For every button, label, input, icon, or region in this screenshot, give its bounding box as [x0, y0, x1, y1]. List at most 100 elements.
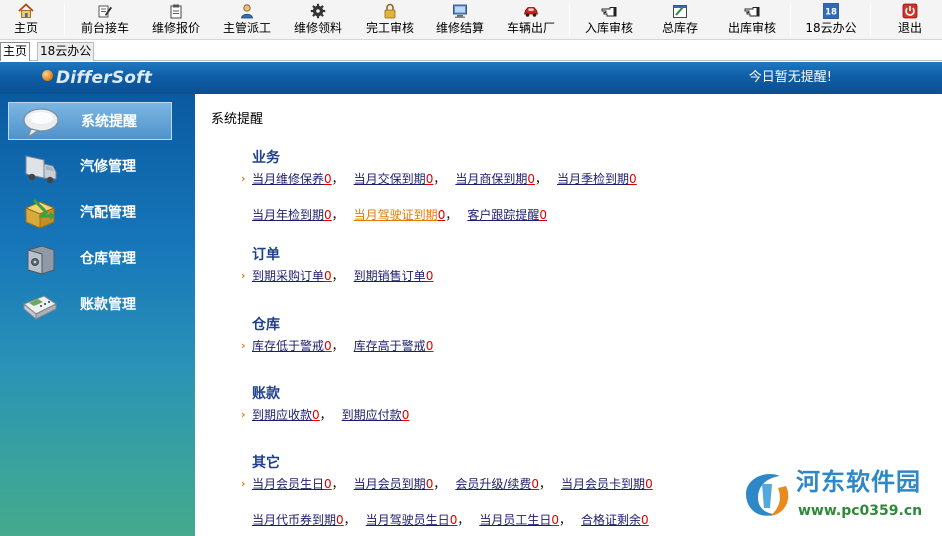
reminder-links: 当月维修保养0， 当月交保到期0， 当月商保到期0， 当月季检到期0: [252, 171, 637, 187]
reminder-link-label: 会员升级/续费: [455, 477, 532, 491]
reminder-link[interactable]: 当月维修保养0: [252, 172, 332, 186]
reminder-links: 当月代币券到期0， 当月驾驶员生日0， 当月员工生日0， 合格证剩余0: [252, 512, 649, 528]
separator: ，: [331, 339, 344, 353]
reminder-link[interactable]: 当月交保到期0: [354, 172, 434, 186]
reminder-count: 0: [312, 408, 320, 422]
watermark-logo-icon: [742, 470, 790, 518]
reminder-link-label: 库存高于警戒: [353, 339, 426, 353]
toolbar-stock-in-review-button[interactable]: 入库审核: [580, 0, 638, 40]
lock-icon: [384, 3, 396, 19]
reminder-link-label: 到期销售订单: [353, 269, 426, 283]
toolbar-dispatch-button[interactable]: 主管派工: [218, 0, 276, 40]
toolbar-vehicle-exit-button[interactable]: 车辆出厂: [502, 0, 560, 40]
reminder-link[interactable]: 当月商保到期0: [455, 172, 535, 186]
watermark-url: www.pc0359.cn: [798, 503, 923, 519]
toolbar-reception-label: 前台接车: [80, 21, 129, 35]
watermark: 河东软件园 www.pc0359.cn: [736, 462, 942, 536]
section-title: 订单: [252, 247, 280, 263]
reminder-link[interactable]: 当月会员到期0: [354, 477, 434, 491]
reminder-count: 0: [527, 172, 535, 186]
toolbar-quote-button[interactable]: 维修报价: [147, 0, 205, 40]
reminder-link[interactable]: 当月会员卡到期0: [561, 477, 653, 491]
toolbar-completion-review-button[interactable]: 完工审核: [361, 0, 419, 40]
section-title: 其它: [252, 455, 280, 471]
sidebar: 系统提醒 汽修管理 汽配管理 仓库管理 账款管理: [0, 94, 195, 536]
separator: ，: [559, 513, 572, 527]
header-band: DifferSoft 今日暂无提醒!: [0, 62, 942, 94]
toolbar-reception-button[interactable]: 前台接车: [76, 0, 134, 40]
sidebar-item-accounts[interactable]: 账款管理: [8, 286, 172, 324]
section-title: 账款: [252, 386, 280, 402]
reminder-count: 0: [401, 408, 410, 422]
separator: ，: [539, 477, 552, 491]
sidebar-item-auto-parts[interactable]: 汽配管理: [8, 194, 172, 232]
reminder-count: 0: [425, 339, 434, 353]
reminder-link-label: 当月季检到期: [557, 172, 630, 186]
sidebar-item-label: 账款管理: [80, 297, 136, 313]
toolbar-settlement-button[interactable]: 维修结算: [431, 0, 489, 40]
toolbar-dispatch-label: 主管派工: [222, 21, 271, 35]
reminder-link-label: 当月维修保养: [252, 172, 325, 186]
reminder-links: 当月年检到期0， 当月驾驶证到期0， 客户跟踪提醒0: [252, 207, 547, 223]
logo-text: DifferSoft: [56, 68, 153, 88]
reminder-count: 0: [336, 513, 344, 527]
speech-bubble-icon: [23, 108, 59, 139]
toolbar-vehicle-exit-label: 车辆出厂: [506, 21, 555, 35]
reminder-link[interactable]: 到期应收款0: [252, 408, 320, 422]
reminder-link-label: 到期应收款: [252, 408, 313, 422]
toolbar-exit-button[interactable]: 退出: [890, 0, 930, 40]
reminder-link[interactable]: 当月驾驶员生日0: [366, 513, 458, 527]
reminder-link[interactable]: 当月会员生日0: [252, 477, 332, 491]
separator: ，: [535, 172, 548, 186]
reminder-link[interactable]: 会员升级/续费0: [455, 477, 539, 491]
reminder-link[interactable]: 到期应付款0: [342, 408, 410, 422]
reminder-link-label: 当月驾驶证到期: [353, 208, 438, 222]
calendar-icon: 18: [823, 3, 839, 19]
toolbar-stock-out-review-button[interactable]: 出库审核: [723, 0, 781, 40]
reminder-link-label: 当月员工生日: [479, 513, 552, 527]
reminder-count: 0: [551, 513, 559, 527]
reminder-link[interactable]: 库存低于警戒0: [252, 339, 332, 353]
cash-register-icon: [23, 295, 57, 321]
sidebar-item-warehouse[interactable]: 仓库管理: [8, 240, 172, 278]
reminder-link[interactable]: 库存高于警戒0: [354, 339, 434, 353]
section-title: 业务: [252, 150, 280, 166]
computer-icon: [453, 4, 467, 18]
exit-icon: [902, 3, 918, 19]
reminder-link[interactable]: 当月代币券到期0: [252, 513, 344, 527]
toolbar-materials-button[interactable]: 维修领料: [289, 0, 347, 40]
sidebar-item-system-reminder[interactable]: 系统提醒: [8, 102, 172, 140]
reminder-link[interactable]: 当月员工生日0: [479, 513, 559, 527]
separator: ，: [343, 513, 356, 527]
reminder-link[interactable]: 合格证剩余0: [581, 513, 649, 527]
reminder-link[interactable]: 客户跟踪提醒0: [467, 208, 547, 222]
reminder-link[interactable]: 当月年检到期0: [252, 208, 332, 222]
sidebar-item-auto-repair[interactable]: 汽修管理: [8, 148, 172, 186]
toolbar-divider: [64, 4, 65, 36]
safe-icon: [27, 245, 55, 275]
tab-home[interactable]: 主页: [0, 42, 31, 61]
toolbar-inventory-label: 总库存: [661, 21, 698, 35]
toolbar-home-button[interactable]: 主页: [6, 0, 46, 40]
reminder-link-label: 当月年检到期: [252, 208, 325, 222]
separator: ，: [331, 269, 344, 283]
reminder-links: 库存低于警戒0， 库存高于警戒0: [252, 338, 433, 354]
toolbar-divider: [870, 4, 871, 36]
reminder-link[interactable]: 当月驾驶证到期0: [354, 208, 446, 222]
arrow-bullet-icon: ›: [241, 477, 246, 490]
reminder-link[interactable]: 到期销售订单0: [354, 269, 434, 283]
reminder-link-label: 客户跟踪提醒: [467, 208, 540, 222]
sidebar-item-label: 汽配管理: [80, 205, 136, 221]
reminder-link-label: 到期应付款: [341, 408, 402, 422]
toolbar-home-label: 主页: [13, 21, 38, 35]
watermark-name: 河东软件园: [796, 468, 921, 496]
toolbar-cloud-office-button[interactable]: 18 18云办公: [802, 0, 860, 40]
reminder-link[interactable]: 到期采购订单0: [252, 269, 332, 283]
tab-cloud-office[interactable]: 18云办公: [37, 42, 95, 61]
pointing-hand-icon: [744, 7, 760, 17]
svg-text:18: 18: [825, 8, 837, 18]
toolbar-quote-label: 维修报价: [151, 21, 200, 35]
reminder-links: 当月会员生日0， 当月会员到期0， 会员升级/续费0， 当月会员卡到期0: [252, 476, 653, 492]
reminder-link[interactable]: 当月季检到期0: [557, 172, 637, 186]
toolbar-inventory-button[interactable]: 总库存: [656, 0, 704, 40]
